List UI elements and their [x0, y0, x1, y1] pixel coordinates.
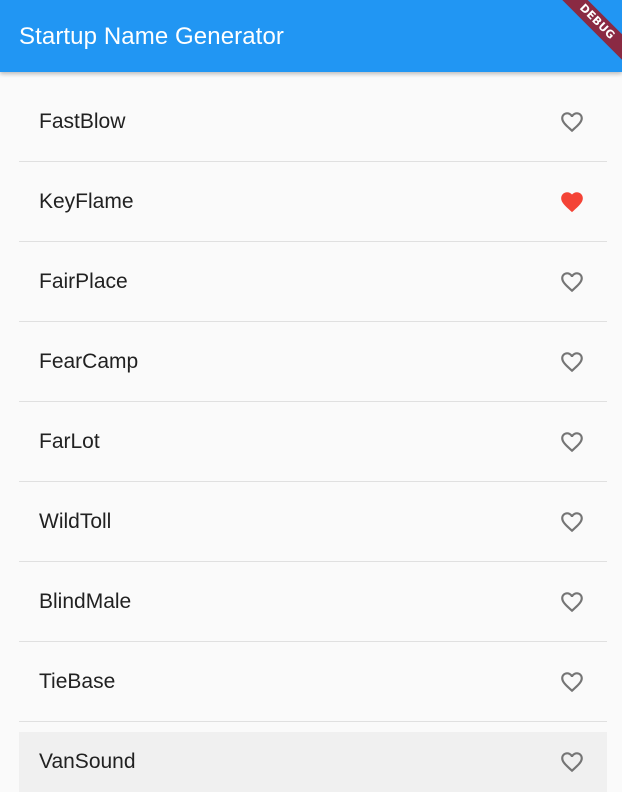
list-item[interactable]: BlindMale	[19, 562, 607, 642]
list-item-label: FarLot	[39, 430, 100, 453]
heart-outline-icon[interactable]	[559, 669, 585, 695]
list-item[interactable]: TieBase	[19, 642, 607, 722]
heart-outline-icon[interactable]	[559, 349, 585, 375]
list-item[interactable]: FastBlow	[19, 82, 607, 162]
heart-outline-icon[interactable]	[559, 269, 585, 295]
list-item-label: FairPlace	[39, 270, 128, 293]
startup-name-list[interactable]: FastBlow KeyFlame FairPlace FearCamp Far…	[19, 82, 607, 792]
list-item-label: KeyFlame	[39, 190, 134, 213]
heart-outline-icon[interactable]	[559, 509, 585, 535]
heart-outline-icon[interactable]	[559, 109, 585, 135]
list-item[interactable]: FarLot	[19, 402, 607, 482]
list-item-label: BlindMale	[39, 590, 132, 613]
list-item-label: FearCamp	[39, 350, 139, 373]
heart-outline-icon[interactable]	[559, 749, 585, 775]
list-item[interactable]: WildToll	[19, 482, 607, 562]
list-item[interactable]: VanSound	[19, 732, 607, 792]
list-item-label: WildToll	[39, 510, 112, 533]
list-item[interactable]: KeyFlame	[19, 162, 607, 242]
heart-outline-icon[interactable]	[559, 589, 585, 615]
heart-filled-icon[interactable]	[559, 189, 585, 215]
list-item[interactable]: FairPlace	[19, 242, 607, 322]
list-item-label: FastBlow	[39, 110, 126, 133]
list-item-label: TieBase	[39, 670, 116, 693]
heart-outline-icon[interactable]	[559, 429, 585, 455]
app-bar: Startup Name Generator	[0, 0, 622, 72]
list-item[interactable]: FearCamp	[19, 322, 607, 402]
list-item-label: VanSound	[39, 750, 136, 773]
page-title: Startup Name Generator	[19, 23, 284, 50]
